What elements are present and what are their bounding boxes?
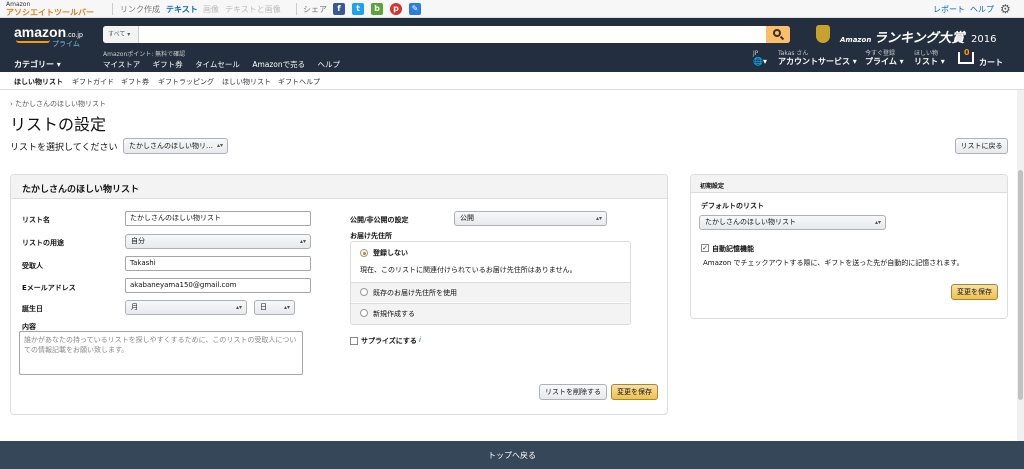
category-menu[interactable]: カテゴリー ▾ [14, 59, 61, 70]
cart-count: 0 [964, 48, 970, 57]
info-icon[interactable]: i [419, 336, 421, 344]
ranking-crest-icon [816, 25, 830, 43]
nav-link-sell[interactable]: Amazonで売る [252, 60, 305, 69]
dropdown-arrow-icon: ▴▾ [216, 142, 223, 149]
scrollbar-thumb[interactable] [1018, 170, 1023, 400]
auto-memory-checkbox[interactable]: ✓ [701, 244, 709, 252]
delete-list-button[interactable]: リストを削除する [539, 384, 607, 400]
address-option-none-radio[interactable] [360, 249, 368, 257]
side-save-button[interactable]: 変更を保存 [951, 284, 998, 300]
address-label: お届け先住所 [350, 232, 392, 240]
save-changes-button[interactable]: 変更を保存 [611, 384, 658, 400]
amazon-logo[interactable]: amazon.co.jp プライム [14, 24, 83, 48]
dropdown-arrow-icon: ▴▾ [299, 238, 306, 245]
toolbar-divider [296, 3, 297, 15]
site-header: amazon.co.jp プライム すべて ▾ Amazon ランキング大賞 2… [0, 18, 1024, 72]
text-image-link-button[interactable]: テキストと画像 [225, 4, 281, 15]
dropdown-arrow-icon: ▴▾ [595, 215, 602, 222]
surprise-label[interactable]: サプライズにする [361, 336, 417, 346]
dropdown-arrow-icon: ▴▾ [283, 304, 290, 311]
cart-link[interactable]: カート [979, 57, 1003, 68]
privacy-select[interactable]: 公開 ▴▾ [454, 211, 607, 226]
blog-icon[interactable]: ✎ [409, 3, 421, 15]
surprise-checkbox[interactable] [350, 337, 358, 345]
side-panel-title: 初期設定 [691, 175, 1007, 193]
subnav-wishlist-2[interactable]: ほしい物リスト [222, 77, 271, 87]
report-link[interactable]: レポート [933, 4, 965, 15]
address-option-new-radio[interactable] [360, 309, 368, 317]
nav-link-help[interactable]: ヘルプ [318, 60, 341, 69]
share-label: シェア [303, 5, 327, 14]
back-to-list-button[interactable]: リストに戻る [955, 138, 1008, 154]
address-option-none-label[interactable]: 登録しない [373, 248, 408, 258]
image-link-button[interactable]: 画像 [203, 4, 219, 15]
search-bar: すべて ▾ [103, 26, 790, 43]
footer: トップへ戻る [0, 441, 1024, 469]
nav-link-gift-card[interactable]: ギフト券 [153, 60, 183, 69]
globe-icon: 🌐▾ [753, 57, 767, 66]
panel-title: たかしさんのほしい物リスト [11, 175, 667, 199]
address-option-new[interactable]: 新規作成する [351, 303, 630, 324]
toolbar-divider [112, 3, 113, 15]
help-link[interactable]: ヘルプ [970, 4, 994, 15]
pinterest-icon[interactable]: p [390, 3, 402, 15]
list-select-label: リストを選択してください [10, 143, 118, 153]
subnav-wishlist[interactable]: ほしい物リスト [14, 77, 63, 87]
auto-memory-label[interactable]: 自動記憶機能 [712, 244, 754, 254]
content-textarea[interactable]: 誰かがあなたの持っているリストを探しやすくするために、このリストの受取人について… [19, 331, 303, 375]
search-button[interactable] [766, 26, 790, 43]
page-scrollbar[interactable] [1017, 90, 1024, 441]
subnav-gift-guide[interactable]: ギフトガイド [72, 77, 114, 87]
birthday-label: 誕生日 [22, 305, 43, 313]
birth-month-select[interactable]: 月 ▴▾ [125, 300, 247, 315]
breadcrumb[interactable]: › たかしさんのほしい物リスト [10, 99, 106, 109]
nav-link-time-sale[interactable]: タイムセール [195, 60, 240, 69]
address-options: 登録しない 現在、このリストに関連付けられているお届け先住所はありません。 既存… [350, 241, 631, 325]
nav-links: マイストア ギフト券 タイムセール Amazonで売る ヘルプ [103, 59, 350, 70]
gear-icon[interactable]: ⚙ [1000, 2, 1011, 16]
account-menu[interactable]: Takas さん アカウントサービス ▾ [778, 50, 857, 67]
usage-label: リストの用途 [22, 239, 64, 247]
points-link[interactable]: Amazonポイント: 無料で確認 [103, 49, 185, 58]
list-name-input[interactable]: たかしさんのほしい物リスト [125, 211, 311, 226]
dropdown-arrow-icon: ▴▾ [235, 304, 242, 311]
email-input[interactable]: akabaneyama150@gmail.com [125, 278, 311, 293]
birth-day-select[interactable]: 日 ▴▾ [254, 300, 295, 315]
recipient-input[interactable]: Takashi [125, 256, 311, 271]
link-create-label: リンク作成 [120, 5, 160, 14]
hatena-icon[interactable]: b [371, 3, 383, 15]
page-title: リストの設定 [10, 115, 107, 134]
recipient-label: 受取人 [22, 262, 43, 270]
dropdown-arrow-icon: ▴▾ [874, 219, 881, 226]
subnav-gift-help[interactable]: ギフトヘルプ [278, 77, 320, 87]
associate-toolbar: Amazon アソシエイトツールバー リンク作成 テキスト 画像 テキストと画像… [0, 0, 1024, 18]
ranking-banner[interactable]: Amazon ランキング大賞 2016 [840, 27, 996, 46]
privacy-label: 公開/非公開の設定 [350, 216, 409, 224]
list-name-label: リスト名 [22, 216, 50, 224]
twitter-icon[interactable]: t [352, 3, 364, 15]
search-category-select[interactable]: すべて ▾ [103, 26, 139, 43]
address-none-note: 現在、このリストに関連付けられているお届け先住所はありません。 [360, 266, 577, 274]
address-option-existing-radio[interactable] [360, 288, 368, 296]
nav-link-my-store[interactable]: マイストア [103, 60, 140, 69]
subnav-gift-wrapping[interactable]: ギフトラッピング [158, 77, 214, 87]
subnav-gift-card[interactable]: ギフト券 [121, 77, 149, 87]
subnav: ほしい物リスト ギフトガイド ギフト券 ギフトラッピング ほしい物リスト ギフト… [0, 72, 1024, 90]
list-select-dropdown[interactable]: たかしさんのほしい物リ… ▴▾ [123, 138, 228, 154]
auto-memory-description: Amazon でチェックアウトする際に、ギフトを送った先が自動的に記憶されます。 [703, 259, 964, 267]
prime-menu[interactable]: 今すぐ登録 プライム ▾ [865, 50, 904, 67]
default-list-label: デフォルトのリスト [701, 202, 764, 210]
email-label: Eメールアドレス [22, 284, 76, 292]
default-list-select[interactable]: たかしさんのほしい物リスト ▴▾ [699, 215, 886, 230]
back-to-top-link[interactable]: トップへ戻る [0, 450, 1024, 461]
language-selector[interactable]: JP 🌐▾ [753, 50, 767, 67]
usage-select[interactable]: 自分 ▴▾ [125, 234, 311, 249]
smile-arrow-icon [16, 40, 50, 43]
associate-toolbar-brand: Amazon アソシエイトツールバー [6, 1, 94, 17]
text-link-button[interactable]: テキスト [166, 4, 198, 15]
address-option-existing[interactable]: 既存のお届け先住所を使用 [351, 282, 630, 302]
wishlist-menu[interactable]: ほしい物 リスト ▾ [914, 50, 945, 67]
facebook-icon[interactable]: f [333, 3, 345, 15]
